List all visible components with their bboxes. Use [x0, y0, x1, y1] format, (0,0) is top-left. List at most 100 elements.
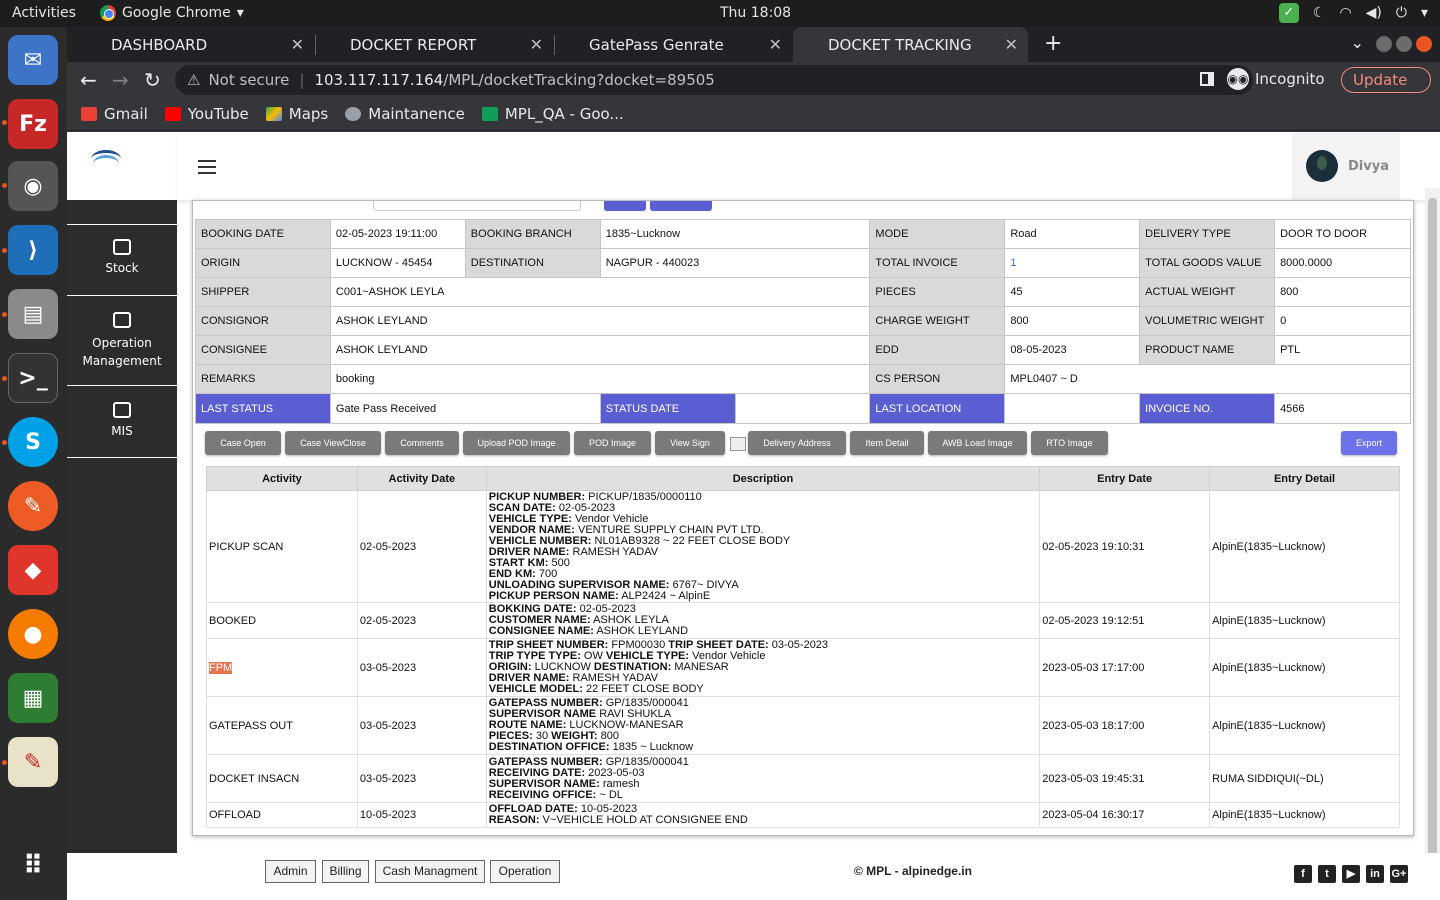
hamburger-menu-icon[interactable] — [198, 160, 216, 178]
cash-managment-button[interactable]: Cash Managment — [375, 860, 485, 883]
chrome-icon[interactable]: ◉ — [8, 161, 58, 211]
incognito-indicator[interactable]: ◉◉ Incognito — [1227, 68, 1325, 90]
bookmark-gmail[interactable]: Gmail — [81, 105, 148, 123]
close-icon[interactable]: ✕ — [291, 35, 304, 54]
description-cell: GATEPASS NUMBER: GP/1835/000041 SUPERVISO… — [485, 696, 1041, 755]
billing-button[interactable]: Billing — [322, 860, 369, 883]
thunderbird-icon[interactable]: ✉ — [8, 35, 58, 85]
bookmark-maintanence[interactable]: Maintanence — [345, 105, 465, 123]
postman-icon[interactable]: ✎ — [8, 481, 58, 531]
new-tab-icon[interactable]: + — [1044, 31, 1062, 56]
scrollbar-thumb[interactable] — [1428, 198, 1437, 878]
files-icon[interactable]: ▤ — [8, 289, 58, 339]
sidebar-item-stock[interactable]: Stock — [67, 224, 177, 296]
bookmark-mpl-qa[interactable]: MPL_QA - Goo... — [481, 105, 624, 123]
web-page: Stock Operation Management MIS Divya BOO… — [67, 132, 1440, 900]
delivery-address-button[interactable]: Delivery Address — [748, 431, 846, 455]
forward-icon[interactable]: → — [112, 68, 129, 92]
docket-search-input[interactable] — [373, 201, 581, 211]
view-sign-button[interactable]: View Sign — [655, 431, 725, 455]
info-row: LAST STATUS Gate Pass Received STATUS DA… — [195, 393, 1411, 424]
sidebar-item-operation-management[interactable]: Operation Management — [67, 296, 177, 386]
close-icon[interactable]: ✕ — [530, 35, 543, 54]
delivery-type-value: DOOR TO DOOR — [1274, 219, 1411, 249]
description-cell: OFFLOAD DATE: 10-05-2023 REASON: V~VEHICL… — [485, 802, 1041, 828]
back-icon[interactable]: ← — [80, 68, 97, 92]
case-view-close-button[interactable]: Case ViewClose — [285, 431, 381, 455]
case-open-button[interactable]: Case Open — [205, 431, 281, 455]
activity-date: 10-05-2023 — [356, 802, 487, 828]
vscode-icon[interactable]: ⟩ — [8, 225, 58, 275]
pod-image-button[interactable]: POD Image — [574, 431, 651, 455]
terminal-icon[interactable]: >_ — [8, 353, 58, 403]
maximize-button[interactable] — [1396, 36, 1412, 52]
user-menu[interactable]: Divya — [1292, 132, 1400, 200]
sidebar-item-label: Operation Management — [82, 336, 162, 368]
facebook-icon[interactable]: f — [1294, 865, 1312, 883]
column-header[interactable]: Entry Date — [1039, 466, 1211, 491]
booking-branch-value: 1835~Lucknow — [599, 219, 871, 249]
search-button[interactable] — [604, 201, 646, 211]
column-header[interactable]: Activity — [206, 466, 358, 491]
security-label[interactable]: Not secure — [208, 71, 289, 89]
address-bar[interactable]: ⚠ Not secure | 103.117.117.164 /MPL/dock… — [175, 65, 1253, 95]
libreoffice-calc-icon[interactable]: ▦ — [8, 673, 58, 723]
column-header[interactable]: Description — [485, 466, 1041, 491]
youtube-icon[interactable]: ▶ — [1342, 865, 1360, 883]
update-button[interactable]: Update ⋮ — [1341, 67, 1431, 113]
awb-load-image-button[interactable]: AWB Load Image — [928, 431, 1027, 455]
text-editor-icon[interactable]: ✎ — [8, 737, 58, 787]
minimize-button[interactable] — [1376, 36, 1392, 52]
side-panel-icon[interactable] — [1200, 72, 1214, 86]
reset-button[interactable] — [650, 201, 712, 211]
close-window-button[interactable] — [1416, 36, 1432, 52]
close-icon[interactable]: ✕ — [769, 35, 782, 54]
total-invoice-link[interactable]: 1 — [1004, 248, 1141, 278]
app-grid-icon[interactable]: ⠿ — [8, 841, 58, 891]
tab-docket-report[interactable]: DOCKET REPORT ✕ — [306, 27, 553, 62]
export-button[interactable]: Export — [1341, 431, 1397, 455]
bookmark-youtube[interactable]: YouTube — [164, 105, 249, 123]
admin-button[interactable]: Admin — [265, 860, 316, 883]
gmail-icon — [81, 107, 97, 121]
mode-label: MODE — [869, 219, 1006, 249]
tab-gatepass-genrate[interactable]: GatePass Genrate ✕ — [545, 27, 792, 62]
system-tray[interactable]: ✓ ☾ ◠ ◀) ⏻ ▾ — [1278, 3, 1428, 23]
activity-cell: GATEPASS OUT — [206, 696, 358, 755]
twitter-icon[interactable]: t — [1318, 865, 1336, 883]
operation-button[interactable]: Operation — [490, 860, 560, 883]
volumetric-weight-value: 0 — [1274, 306, 1411, 336]
mode-value: Road — [1004, 219, 1141, 249]
filezilla-icon[interactable]: Fz — [8, 99, 58, 149]
anydesk-icon[interactable]: ◆ — [8, 545, 58, 595]
tab-search-icon[interactable]: ⌄ — [1351, 33, 1364, 52]
reload-icon[interactable]: ↻ — [144, 68, 161, 92]
description-key: RECEIVING OFFICE: — [488, 788, 597, 801]
firefox-icon[interactable]: ● — [8, 609, 58, 659]
sidebar-item-mis[interactable]: MIS — [67, 386, 177, 458]
clock[interactable]: Thu 18:08 — [720, 5, 791, 21]
item-detail-button[interactable]: Item Detail — [850, 431, 924, 455]
tab-docket-tracking[interactable]: DOCKET TRACKING ✕ — [793, 27, 1028, 62]
upload-pod-image-button[interactable]: Upload POD Image — [463, 431, 570, 455]
warning-icon[interactable]: ⚠ — [187, 71, 200, 89]
app-menu[interactable]: Google Chrome ▾ — [100, 5, 244, 21]
rto-image-button[interactable]: RTO Image — [1031, 431, 1108, 455]
user-name: Divya — [1348, 158, 1389, 174]
skype-icon[interactable]: S — [8, 417, 58, 467]
page-scrollbar[interactable] — [1425, 188, 1440, 900]
tab-dashboard[interactable]: DASHBOARD ✕ — [67, 27, 314, 62]
column-header[interactable]: Activity Date — [356, 466, 487, 491]
software-update-icon[interactable]: ✓ — [1278, 3, 1299, 23]
description-value: RAMESH YADAV — [569, 545, 659, 558]
comments-button[interactable]: Comments — [385, 431, 459, 455]
linkedin-icon[interactable]: in — [1366, 865, 1384, 883]
description-line: REASON: V~VEHICLE HOLD AT CONSIGNEE END — [489, 815, 1039, 826]
column-header[interactable]: Entry Detail — [1209, 466, 1400, 491]
google-plus-icon[interactable]: G+ — [1390, 865, 1408, 883]
activities-button[interactable]: Activities — [12, 5, 76, 21]
close-icon[interactable]: ✕ — [1005, 35, 1018, 54]
bookmark-maps[interactable]: Maps — [265, 105, 328, 123]
docket-info-table: BOOKING DATE 02-05-2023 19:11:00 BOOKING… — [195, 219, 1411, 424]
description-key: CONSIGNEE NAME: — [488, 625, 594, 637]
